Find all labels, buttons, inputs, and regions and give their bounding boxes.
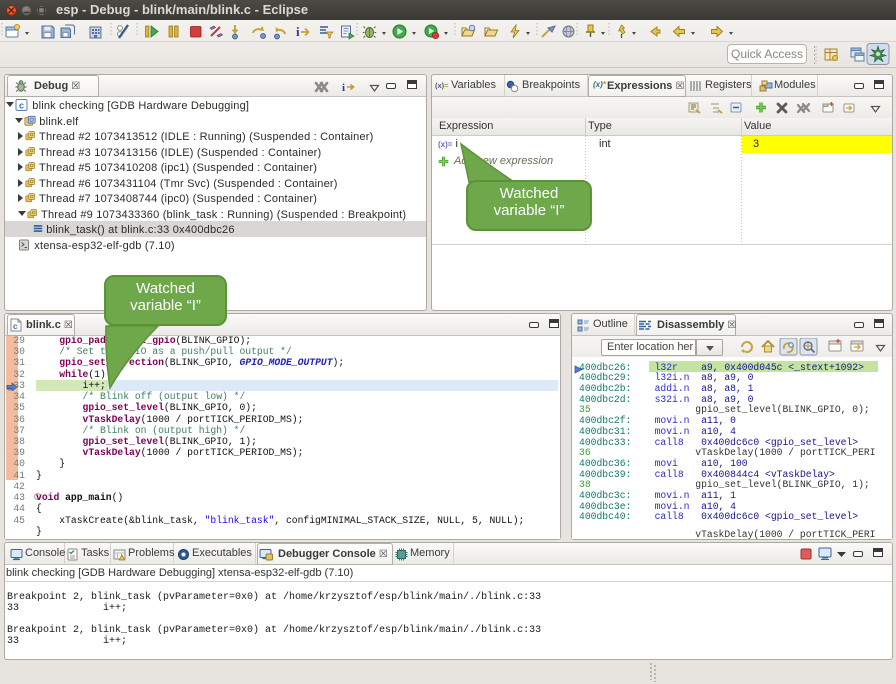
svg-text:c: c <box>13 322 18 331</box>
svg-text:i: i <box>296 24 300 39</box>
svg-text:i: i <box>342 82 345 94</box>
svg-text:c: c <box>19 101 24 111</box>
